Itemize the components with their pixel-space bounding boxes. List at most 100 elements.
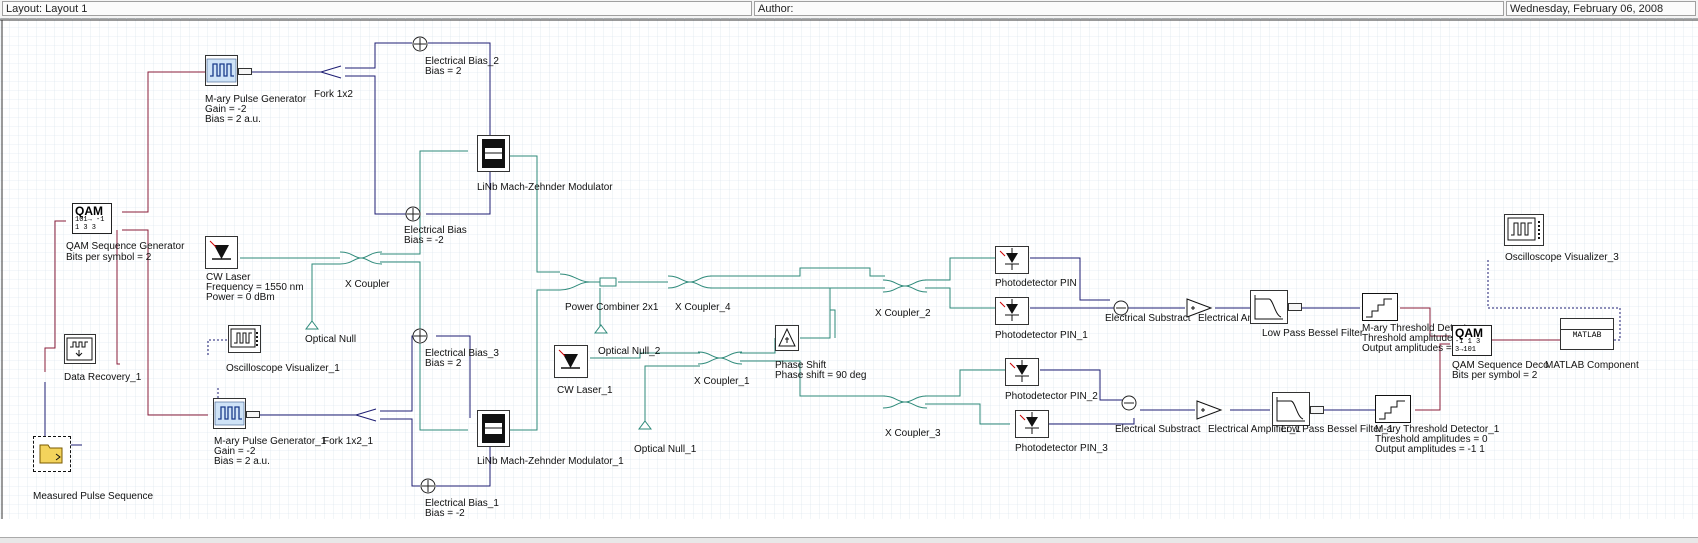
matlab-label: MATLAB Component bbox=[1545, 360, 1639, 371]
mzm-label: LiNb Mach-Zehnder Modulator bbox=[477, 182, 613, 193]
ps-param: Phase shift = 90 deg bbox=[775, 370, 867, 381]
onull1-label: Optical Null_1 bbox=[634, 444, 697, 455]
qam-gen-mapping: 101→ -1 1 3 3 bbox=[75, 216, 105, 232]
eb3-bias: Bias = 2 bbox=[425, 358, 462, 369]
onull2-label: Optical Null_2 bbox=[598, 346, 661, 357]
x-coupler-2[interactable] bbox=[883, 276, 927, 296]
qam-gen-label: QAM Sequence Generator bbox=[66, 241, 185, 252]
photodetector-pin-3[interactable] bbox=[1015, 410, 1049, 438]
wire bbox=[925, 257, 995, 281]
wire bbox=[710, 267, 885, 277]
photodetector-pin-2[interactable] bbox=[1005, 358, 1039, 386]
author-field: Author: bbox=[754, 1, 1504, 16]
wire bbox=[207, 339, 230, 355]
mary-threshold-detector-1[interactable] bbox=[1375, 395, 1411, 423]
optical-null-2-icon[interactable] bbox=[594, 324, 608, 334]
mary-threshold-detector[interactable] bbox=[1362, 293, 1398, 321]
electrical-bias-icon[interactable] bbox=[404, 205, 422, 223]
measured-pulse-sequence[interactable] bbox=[33, 436, 71, 472]
eb2-bias: Bias = 2 bbox=[425, 66, 462, 77]
photodetector-pin[interactable] bbox=[995, 246, 1029, 274]
wire bbox=[490, 289, 560, 431]
x-coupler[interactable] bbox=[340, 248, 382, 268]
mtd1-out: Output amplitudes = -1 1 bbox=[1375, 444, 1485, 455]
mzm1-label: LiNb Mach-Zehnder Modulator_1 bbox=[477, 456, 624, 467]
phase-shift[interactable] bbox=[775, 325, 799, 351]
pd2-label: Photodetector PIN_2 bbox=[1005, 391, 1098, 402]
eb-bias: Bias = -2 bbox=[404, 235, 444, 246]
es-label: Electrical Substract bbox=[1105, 313, 1191, 324]
wire bbox=[44, 220, 66, 372]
low-pass-bessel-filter[interactable] bbox=[1250, 290, 1288, 324]
wire bbox=[710, 287, 836, 338]
osc3-label: Oscilloscope Visualizer_3 bbox=[1505, 252, 1619, 263]
electrical-bias-2-icon[interactable] bbox=[411, 35, 429, 53]
optical-null-label: Optical Null bbox=[305, 334, 357, 345]
cw-laser[interactable] bbox=[205, 236, 238, 269]
subtract-1-icon[interactable] bbox=[1120, 394, 1138, 412]
mpg-bias: Bias = 2 a.u. bbox=[205, 114, 261, 125]
photodetector-pin-1[interactable] bbox=[995, 297, 1029, 325]
fork1-label: Fork 1x2_1 bbox=[323, 436, 374, 447]
date-field: Wednesday, February 06, 2008 bbox=[1506, 1, 1696, 16]
mary-pulse-generator[interactable] bbox=[205, 55, 238, 86]
mpg1-bias: Bias = 2 a.u. bbox=[214, 456, 270, 467]
x-coupler-1[interactable] bbox=[698, 348, 742, 368]
electrical-amplifier-1[interactable] bbox=[1195, 399, 1227, 421]
lp1-port bbox=[1310, 406, 1324, 414]
xc4-label: X Coupler_4 bbox=[675, 302, 731, 313]
fork-label: Fork 1x2 bbox=[314, 89, 353, 100]
wire bbox=[380, 335, 420, 412]
mps-label: Measured Pulse Sequence bbox=[33, 491, 154, 502]
low-pass-bessel-filter-1[interactable] bbox=[1272, 392, 1310, 426]
layout-name-field: Layout: Layout 1 bbox=[2, 1, 752, 16]
wire bbox=[925, 403, 1010, 425]
mach-zehnder-modulator[interactable] bbox=[477, 135, 510, 172]
optical-null-1-icon[interactable] bbox=[638, 420, 652, 430]
matlab-component[interactable]: MATLAB bbox=[1560, 318, 1614, 350]
eb1-bias: Bias = -2 bbox=[425, 508, 465, 519]
qam-gen-param: Bits per symbol = 2 bbox=[66, 252, 152, 263]
lp-port bbox=[1288, 303, 1302, 311]
matlab-text: MATLAB bbox=[1572, 331, 1602, 340]
osc1-label: Oscilloscope Visualizer_1 bbox=[226, 363, 340, 374]
electrical-bias-3-icon[interactable] bbox=[411, 327, 429, 345]
wire bbox=[345, 75, 408, 215]
cw-power: Power = 0 dBm bbox=[206, 292, 275, 303]
wire bbox=[380, 261, 468, 431]
wire bbox=[644, 365, 700, 423]
oscilloscope-visualizer-3[interactable] bbox=[1504, 214, 1544, 246]
qam-dec-mapping: -1 1 3 3→101 bbox=[1455, 338, 1481, 354]
xc2-label: X Coupler_2 bbox=[875, 308, 931, 319]
power-combiner[interactable] bbox=[560, 270, 620, 294]
optical-null-icon[interactable] bbox=[305, 320, 319, 330]
fork-1x2[interactable] bbox=[305, 62, 347, 82]
mary-pulse-generator-1[interactable] bbox=[213, 398, 246, 429]
x-coupler-3[interactable] bbox=[883, 392, 927, 412]
wire bbox=[122, 71, 208, 213]
cw-laser-1[interactable] bbox=[554, 345, 588, 378]
wire bbox=[380, 418, 420, 487]
qam-sequence-generator[interactable]: QAM 101→ -1 1 3 3 bbox=[72, 203, 112, 234]
layout-header: Layout: Layout 1 Author: Wednesday, Febr… bbox=[0, 0, 1698, 19]
xc1-label: X Coupler_1 bbox=[694, 376, 750, 387]
mach-zehnder-modulator-1[interactable] bbox=[477, 410, 510, 447]
x-coupler-4[interactable] bbox=[668, 272, 712, 292]
qam-sequence-decoder[interactable]: QAM -1 1 3 3→101 bbox=[1452, 325, 1492, 356]
data-recovery-label: Data Recovery_1 bbox=[64, 372, 142, 383]
pulse-gen-port bbox=[238, 68, 252, 75]
horizontal-scrollbar[interactable] bbox=[0, 537, 1698, 543]
fork-1x2-1[interactable] bbox=[340, 405, 382, 425]
schematic-canvas[interactable]: QAM 101→ -1 1 3 3 QAM Sequence Generator… bbox=[0, 18, 1698, 543]
data-recovery[interactable] bbox=[64, 334, 96, 364]
pd3-label: Photodetector PIN_3 bbox=[1015, 443, 1108, 454]
pd1-label: Photodetector PIN_1 bbox=[995, 330, 1088, 341]
oscilloscope-visualizer-1[interactable] bbox=[228, 325, 261, 353]
wire bbox=[345, 42, 412, 69]
cw1-label: CW Laser_1 bbox=[557, 385, 613, 396]
electrical-bias-1-icon[interactable] bbox=[419, 477, 437, 495]
xc3-label: X Coupler_3 bbox=[885, 428, 941, 439]
wire bbox=[490, 155, 560, 273]
wire bbox=[925, 369, 1005, 397]
wire bbox=[740, 338, 776, 354]
